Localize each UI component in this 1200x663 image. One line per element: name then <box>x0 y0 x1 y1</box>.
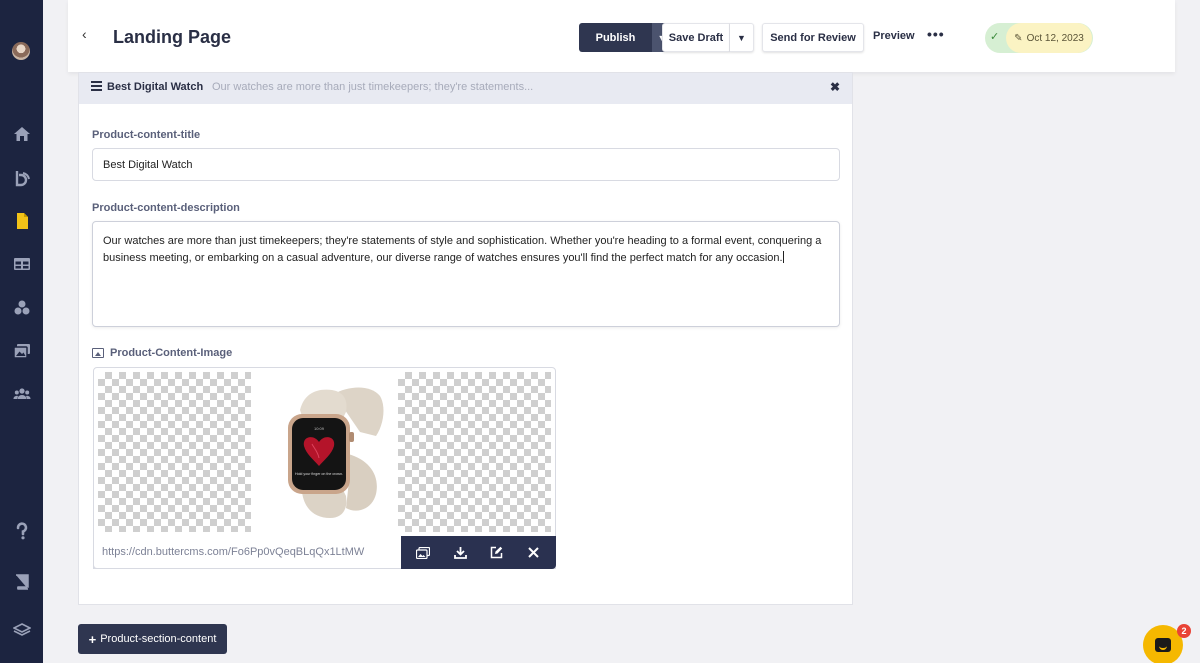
collections-icon[interactable] <box>12 299 31 317</box>
page-icon[interactable] <box>12 212 31 230</box>
media-icon[interactable] <box>12 342 31 360</box>
watch-image: Hold your finger on the crown. 10:09 <box>252 372 398 532</box>
chat-icon <box>1155 638 1171 652</box>
description-field[interactable]: Our watches are more than just timekeepe… <box>92 221 840 327</box>
add-section-label: Product-section-content <box>100 633 217 645</box>
section-title: Best Digital Watch <box>107 81 204 93</box>
check-icon: ✓ <box>990 31 1000 43</box>
avatar[interactable] <box>12 42 30 60</box>
svg-text:10:09: 10:09 <box>314 426 325 431</box>
blog-icon[interactable] <box>12 169 31 187</box>
plus-icon: + <box>88 631 97 647</box>
date-label: Oct 12, 2023 <box>1026 32 1084 44</box>
title-field-label: Product-content-title <box>92 129 201 141</box>
sidebar <box>0 0 43 663</box>
transparent-background <box>98 372 251 532</box>
send-for-review-button[interactable]: Send for Review <box>762 23 864 52</box>
description-field-label: Product-content-description <box>92 202 240 214</box>
transparent-background <box>398 372 551 532</box>
publish-button[interactable]: Publish <box>579 23 652 52</box>
image-icon <box>92 348 104 358</box>
drag-menu-icon[interactable] <box>91 81 102 93</box>
back-chevron-icon[interactable]: ‹ <box>82 26 94 46</box>
description-text: Our watches are more than just timekeepe… <box>103 235 822 264</box>
section-header[interactable]: Best Digital Watch Our watches are more … <box>79 73 852 104</box>
save-draft-options-button[interactable]: ▼ <box>730 23 754 52</box>
users-icon[interactable] <box>12 385 31 403</box>
table-icon[interactable] <box>12 255 31 273</box>
section-preview-text: Our watches are more than just timekeepe… <box>212 81 534 93</box>
image-toolbar <box>401 536 556 569</box>
help-icon[interactable] <box>12 522 31 540</box>
image-field-label: Product-Content-Image <box>110 347 233 359</box>
preview-button[interactable]: Preview <box>873 30 915 42</box>
product-section: Best Digital Watch Our watches are more … <box>78 72 853 605</box>
edit-icon[interactable] <box>486 543 508 563</box>
download-icon[interactable] <box>449 543 471 563</box>
remove-image-icon[interactable] <box>523 543 545 563</box>
close-icon[interactable]: ✖ <box>830 80 840 94</box>
more-options-icon[interactable]: ••• <box>927 26 945 42</box>
caret-down-icon: ▼ <box>737 32 746 43</box>
page-title: Landing Page <box>113 27 232 47</box>
book-icon[interactable] <box>12 573 31 591</box>
add-section-button[interactable]: + Product-section-content <box>78 624 227 654</box>
layers-icon[interactable] <box>12 621 31 639</box>
pencil-icon: ✎ <box>1014 32 1023 44</box>
save-draft-button[interactable]: Save Draft <box>662 23 730 52</box>
text-cursor <box>782 251 784 263</box>
replace-image-icon[interactable] <box>412 543 434 563</box>
date-badge: ✎ Oct 12, 2023 <box>1006 23 1092 53</box>
title-field[interactable] <box>92 148 840 181</box>
notification-badge: 2 <box>1177 624 1191 638</box>
home-icon[interactable] <box>12 125 31 143</box>
image-url-field[interactable]: https://cdn.buttercms.com/Fo6Pp0vQeqBLqQ… <box>93 536 402 569</box>
watch-screen-text: Hold your finger on the crown. <box>295 472 343 476</box>
